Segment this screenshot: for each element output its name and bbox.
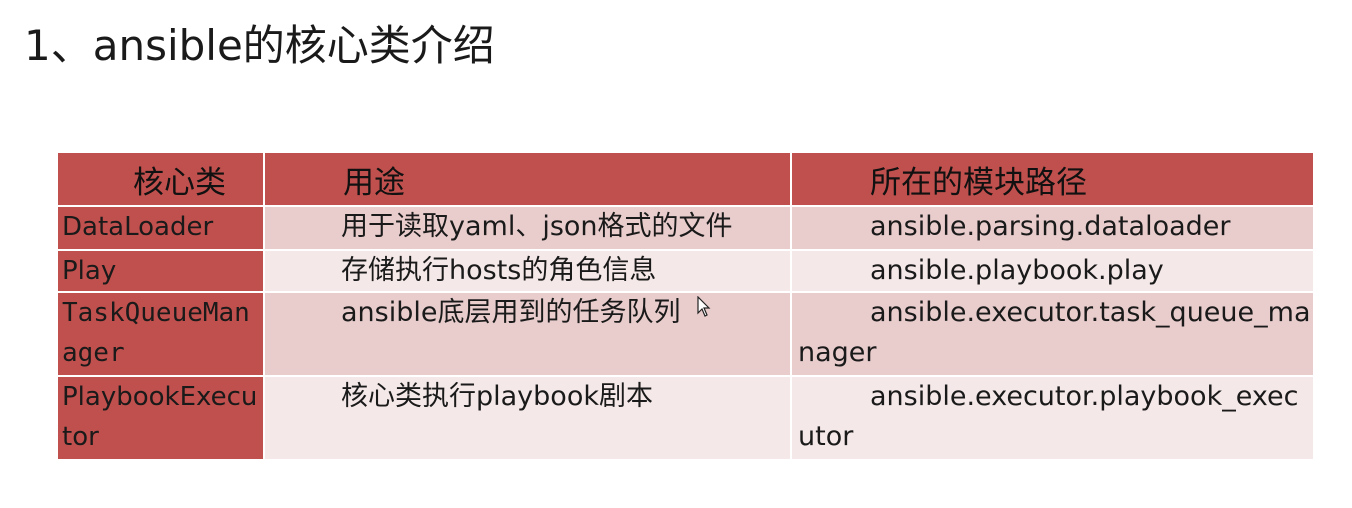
table-row: DataLoader 用于读取yaml、json格式的文件 ansible.pa… xyxy=(58,207,1313,249)
usage-cell: 存储执行hosts的角色信息 xyxy=(265,251,790,291)
class-name-cell: Play xyxy=(58,251,263,291)
header-core-class: 核心类 xyxy=(58,153,263,205)
table-header-row: 核心类 用途 所在的模块路径 xyxy=(58,153,1313,205)
core-classes-table: 核心类 用途 所在的模块路径 DataLoader 用于读取yaml、json格… xyxy=(56,151,1315,461)
class-name-cell: PlaybookExecutor xyxy=(58,377,263,459)
class-name-cell: DataLoader xyxy=(58,207,263,249)
header-module-path: 所在的模块路径 xyxy=(792,153,1313,205)
usage-cell: ansible底层用到的任务队列 xyxy=(265,293,790,375)
usage-cell: 核心类执行playbook剧本 xyxy=(265,377,790,459)
class-name-cell: TaskQueueManager xyxy=(58,293,263,375)
slide-title: 1、ansible的核心类介绍 xyxy=(24,21,495,70)
usage-cell: 用于读取yaml、json格式的文件 xyxy=(265,207,790,249)
module-path-cell: ansible.executor.task_queue_manager xyxy=(792,293,1313,375)
table-row: TaskQueueManager ansible底层用到的任务队列 ansibl… xyxy=(58,293,1313,375)
module-path-cell: ansible.parsing.dataloader xyxy=(792,207,1313,249)
module-path-cell: ansible.playbook.play xyxy=(792,251,1313,291)
core-classes-table-container: 核心类 用途 所在的模块路径 DataLoader 用于读取yaml、json格… xyxy=(56,151,1315,461)
header-usage: 用途 xyxy=(265,153,790,205)
module-path-cell: ansible.executor.playbook_executor xyxy=(792,377,1313,459)
table-row: Play 存储执行hosts的角色信息 ansible.playbook.pla… xyxy=(58,251,1313,291)
table-row: PlaybookExecutor 核心类执行playbook剧本 ansible… xyxy=(58,377,1313,459)
